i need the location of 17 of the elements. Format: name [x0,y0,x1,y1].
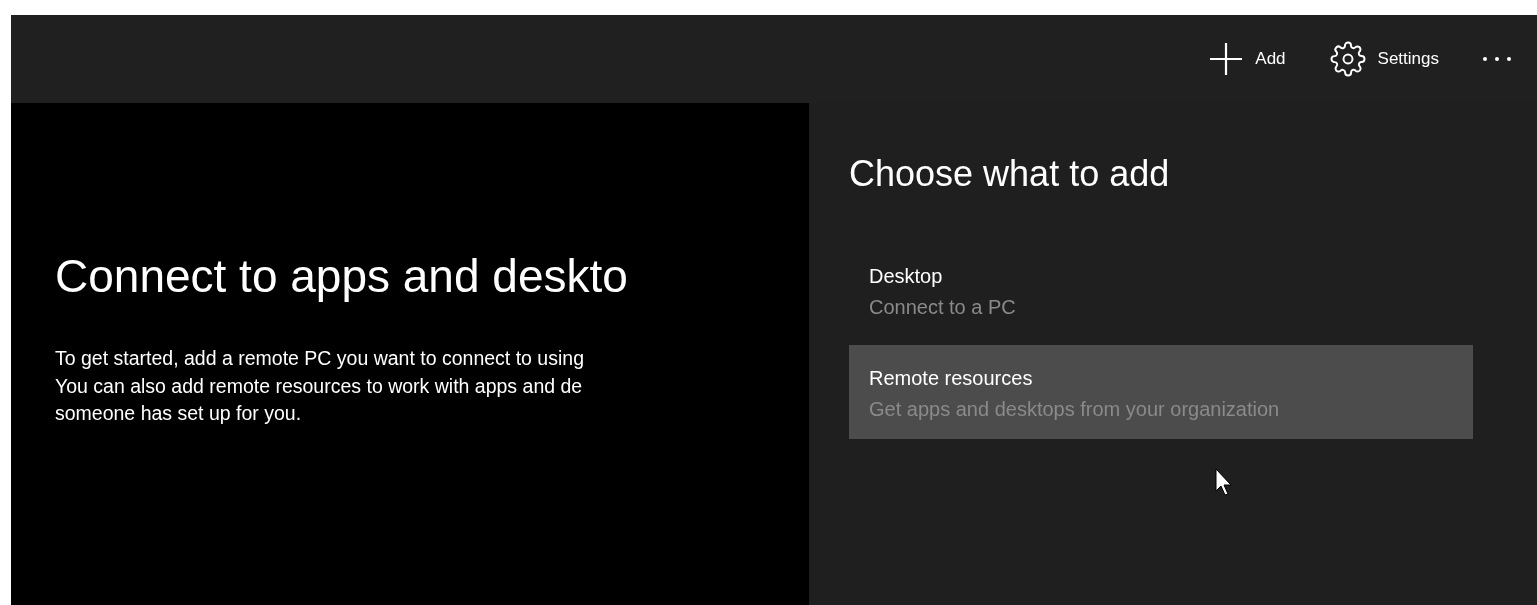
add-button[interactable]: Add [1199,36,1296,82]
settings-button[interactable]: Settings [1319,35,1449,83]
intro-text: You can also add remote resources to work with apps and de [55,373,584,399]
more-icon [1483,57,1511,61]
intro-text: someone has set up for you. [55,401,303,426]
flyout-title: Choose what to add [849,153,1171,195]
menu-item[interactable]: Remote resources Get apps and desktops from your organization [849,345,1473,439]
plus-icon [1209,42,1244,76]
item-title: Desktop [869,265,944,288]
settings-icon [1329,41,1366,77]
item-title: Remote resources [869,367,1034,390]
menu-item[interactable]: Desktop Connect to a PC [849,243,1473,337]
page-heading: Connect to apps and deskto [55,249,629,303]
item-subtitle: Get apps and desktops from your organization [869,398,1281,421]
pointer-icon [1215,468,1233,496]
intro-text: To get started, add a remote PC you want to connect to using [55,346,585,371]
item-subtitle: Connect to a PC [869,296,1017,319]
